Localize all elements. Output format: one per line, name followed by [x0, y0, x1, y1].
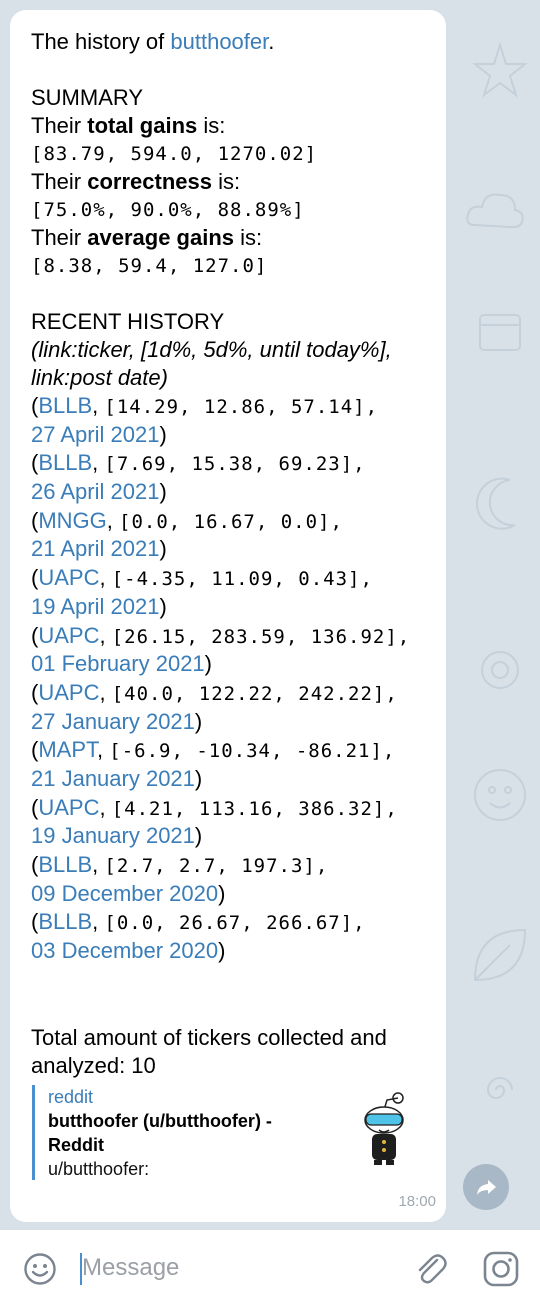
close-paren: ) [218, 880, 226, 906]
doodle-box-icon [479, 314, 521, 351]
ticker-link[interactable]: UAPC [38, 680, 99, 705]
history-entry-date-line: 03 December 2020) [31, 937, 424, 966]
history-entry-date-line: 01 February 2021) [31, 650, 424, 679]
history-entry-line: (UAPC, [4.21, 113.16, 386.32], [31, 794, 398, 820]
share-arrow-icon [477, 1180, 496, 1195]
post-date-link[interactable]: 01 February 2021 [31, 651, 205, 676]
reddit-snoo-icon [364, 1092, 404, 1165]
ticker-values: [4.21, 113.16, 386.32], [111, 797, 398, 820]
post-date-link[interactable]: 09 December 2020 [31, 881, 218, 906]
doodle-face-icon [474, 769, 526, 821]
total-gains-label-line: Their total gains is: [31, 113, 226, 138]
ticker-values: [0.0, 16.67, 0.0], [119, 510, 343, 533]
doodle-leaf-icon [473, 928, 527, 982]
history-entry-line: (MAPT, [-6.9, -10.34, -86.21], [31, 737, 396, 763]
history-entry-line: (BLLB, [14.29, 12.86, 57.14], [31, 393, 379, 418]
ticker-link[interactable]: BLLB [38, 909, 92, 934]
format-line-1: (link:ticker, [1d%, 5d%, until today%], [31, 337, 392, 362]
post-date-link[interactable]: 27 April 2021 [31, 422, 159, 447]
doodle-star-icon [472, 41, 528, 98]
preview-title: butthoofer (u/butthoofer) - Reddit [48, 1111, 272, 1155]
post-date-link[interactable]: 21 April 2021 [31, 536, 159, 561]
post-date-link[interactable]: 19 April 2021 [31, 594, 159, 619]
close-paren: ) [194, 765, 203, 791]
intro-line: The history of butthoofer. [31, 28, 424, 56]
ticker-link[interactable]: UAPC [38, 795, 99, 820]
message-bubble[interactable]: The history of butthoofer. SUMMARY Their… [10, 10, 446, 1222]
doodle-spiral-icon [486, 1077, 513, 1099]
message-time: 18:00 [398, 1193, 436, 1210]
ticker-link[interactable]: BLLB [38, 393, 92, 418]
history-entry-line: (BLLB, [7.69, 15.38, 69.23], [31, 450, 366, 476]
correctness-values: [75.0%, 90.0%, 88.89%] [31, 199, 305, 221]
intro-prefix: The history of [31, 29, 171, 54]
close-paren: ) [159, 479, 167, 505]
post-date-link[interactable]: 19 January 2021 [31, 823, 195, 848]
recent-history-heading: RECENT HISTORY [31, 309, 225, 334]
instagram-camera-icon[interactable] [482, 1250, 520, 1288]
ticker-values: [14.29, 12.86, 57.14], [104, 396, 379, 418]
history-entry-date-line: 21 January 2021) [31, 765, 424, 794]
summary-heading: SUMMARY [31, 85, 144, 110]
close-paren: ) [194, 823, 203, 849]
history-entry-line: (UAPC, [26.15, 283.59, 136.92], [31, 622, 411, 648]
format-line-2: link:post date) [31, 365, 168, 390]
ticker-values: [-6.9, -10.34, -86.21], [109, 740, 396, 763]
ticker-values: [0.0, 26.67, 266.67], [104, 912, 366, 935]
ticker-values: [-4.35, 11.09, 0.43], [111, 568, 373, 591]
correctness-label-line: Their correctness is: [31, 169, 241, 194]
close-paren: ) [204, 651, 212, 677]
ticker-values: [26.15, 283.59, 136.92], [111, 625, 411, 648]
total-gains-values: [83.79, 594.0, 1270.02] [31, 143, 318, 165]
ticker-values: [2.7, 2.7, 197.3], [104, 855, 329, 877]
close-paren: ) [159, 421, 167, 447]
doodle-moon-icon [475, 477, 516, 530]
post-date-link[interactable]: 21 January 2021 [31, 766, 195, 791]
history-entry-date-line: 27 April 2021) [31, 421, 424, 450]
history-entry-date-line: 21 April 2021) [31, 535, 424, 564]
user-link[interactable]: butthoofer [170, 29, 268, 54]
intro-suffix: . [268, 29, 275, 54]
close-paren: ) [218, 938, 226, 964]
doodle-cloud-icon [466, 193, 524, 229]
post-date-link[interactable]: 26 April 2021 [31, 479, 159, 504]
history-list: (BLLB, [14.29, 12.86, 57.14], 27 April 20… [31, 392, 424, 966]
post-date-link[interactable]: 03 December 2020 [31, 938, 218, 963]
post-date-link[interactable]: 27 January 2021 [31, 709, 195, 734]
ticker-values: [40.0, 122.22, 242.22], [111, 682, 398, 705]
history-entry-date-line: 27 January 2021) [31, 708, 424, 737]
average-gains-values: [8.38, 59.4, 127.0] [31, 255, 268, 277]
ticker-link[interactable]: MAPT [38, 737, 97, 762]
ticker-link[interactable]: BLLB [38, 852, 92, 877]
history-entry-date-line: 09 December 2020) [31, 880, 424, 909]
close-paren: ) [159, 536, 167, 562]
close-paren: ) [194, 708, 203, 734]
message-input-bar [0, 1230, 540, 1302]
ticker-link[interactable]: BLLB [38, 450, 92, 475]
total-tickers-text: Total amount of tickers collected and an… [31, 1024, 387, 1078]
share-button[interactable] [463, 1164, 509, 1210]
history-entry-line: (BLLB, [2.7, 2.7, 197.3], [31, 852, 329, 877]
history-entry-date-line: 19 January 2021) [31, 822, 424, 851]
paperclip-icon[interactable] [413, 1250, 449, 1286]
history-entry-line: (BLLB, [0.0, 26.67, 266.67], [31, 909, 366, 935]
history-entry-date-line: 19 April 2021) [31, 593, 424, 622]
close-paren: ) [159, 593, 167, 619]
link-preview[interactable]: reddit butthoofer (u/butthoofer) - Reddi… [32, 1085, 432, 1180]
average-gains-label-line: Their average gains is: [31, 225, 263, 250]
ticker-link[interactable]: UAPC [38, 565, 99, 590]
message-input[interactable] [82, 1248, 382, 1288]
ticker-link[interactable]: MNGG [38, 508, 106, 533]
ticker-link[interactable]: UAPC [38, 623, 99, 648]
history-entry-date-line: 26 April 2021) [31, 478, 424, 507]
doodle-circle-icon [481, 651, 519, 689]
history-entry-line: (MNGG, [0.0, 16.67, 0.0], [31, 507, 343, 533]
emoji-icon[interactable] [23, 1252, 57, 1286]
history-entry-line: (UAPC, [-4.35, 11.09, 0.43], [31, 565, 373, 591]
history-entry-line: (UAPC, [40.0, 122.22, 242.22], [31, 679, 398, 705]
ticker-values: [7.69, 15.38, 69.23], [104, 453, 366, 476]
